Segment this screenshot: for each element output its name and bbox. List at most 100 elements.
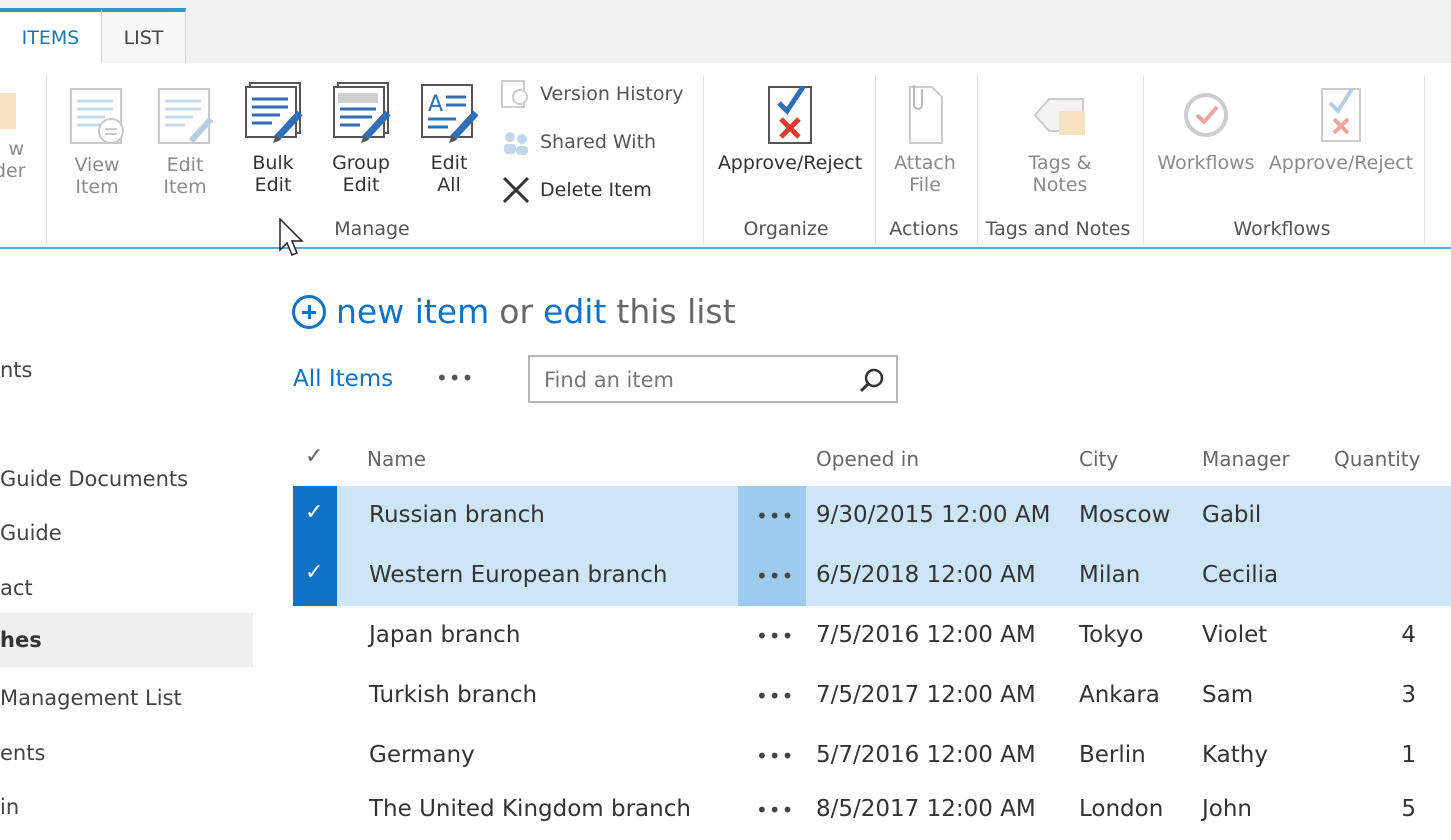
shared-with-icon [504, 132, 528, 155]
cell-quantity: 5 [1401, 796, 1416, 822]
nav-item[interactable]: ents [0, 741, 45, 765]
cell-manager: John [1202, 796, 1253, 822]
column-header-name[interactable]: Name [367, 447, 426, 471]
cell-city: Milan [1079, 562, 1141, 588]
table-row[interactable]: Japan branch ••• 7/5/2016 12:00 AM Tokyo… [293, 606, 1451, 666]
new-folder-button[interactable]: w der [0, 73, 26, 182]
nav-item[interactable]: Guide Documents [0, 467, 188, 491]
ellipsis-icon: ••• [756, 684, 795, 708]
cell-opened-in: 7/5/2016 12:00 AM [816, 622, 1036, 648]
cell-quantity: 3 [1401, 682, 1416, 708]
approve-reject-icon [768, 85, 812, 144]
row-checkbox[interactable]: ✓ [293, 486, 337, 546]
table-row[interactable]: ✓ Russian branch ••• 9/30/2015 12:00 AM … [293, 486, 1451, 546]
nav-item[interactable]: in [0, 795, 19, 819]
ellipsis-icon: ••• [756, 564, 795, 588]
tab-items[interactable]: ITEMS [0, 8, 102, 63]
row-checkbox[interactable] [293, 666, 337, 726]
ribbon: w der View Item Edit Item Bulk Edit Grou… [0, 63, 1451, 256]
tab-list[interactable]: LIST [102, 8, 186, 63]
cell-opened-in: 8/5/2017 12:00 AM [816, 796, 1036, 822]
edit-item-button[interactable]: Edit Item [150, 85, 220, 198]
tags-notes-button[interactable]: Tags & Notes [1020, 81, 1100, 196]
workflow-icon [1184, 93, 1228, 137]
row-menu-button[interactable]: ••• [738, 486, 806, 546]
table-row[interactable]: Germany ••• 5/7/2016 12:00 AM Berlin Kat… [293, 726, 1451, 786]
ellipsis-icon: ••• [756, 504, 795, 528]
group-label-organize: Organize [743, 218, 829, 240]
nav-item[interactable]: Guide [0, 521, 62, 545]
new-item-link[interactable]: new item [336, 292, 489, 331]
cell-opened-in: 9/30/2015 12:00 AM [816, 502, 1051, 528]
row-checkbox[interactable] [293, 726, 337, 786]
attach-file-button[interactable]: Attach File [888, 81, 962, 196]
group-label-tags-notes: Tags and Notes [985, 218, 1131, 240]
nav-item[interactable]: Management List [0, 686, 182, 710]
workflows-button[interactable]: Workflows [1154, 81, 1258, 174]
row-checkbox[interactable] [293, 780, 337, 840]
group-label-workflows: Workflows [1233, 218, 1331, 240]
workflow-approve-reject-button[interactable]: Approve/Reject [1266, 81, 1416, 174]
bulk-edit-button[interactable]: Bulk Edit [238, 81, 308, 196]
shared-with-button[interactable]: Shared With [500, 127, 656, 157]
view-all-items[interactable]: All Items [293, 366, 393, 392]
column-header-opened-in[interactable]: Opened in [816, 447, 919, 471]
group-edit-button[interactable]: Group Edit [322, 81, 400, 196]
cell-name[interactable]: Germany [369, 742, 475, 768]
table-row[interactable]: Turkish branch ••• 7/5/2017 12:00 AM Ank… [293, 666, 1451, 726]
group-edit-icon [333, 82, 391, 143]
edit-item-icon [158, 88, 214, 144]
delete-x-icon [502, 176, 530, 204]
column-header-city[interactable]: City [1079, 447, 1118, 471]
folder-icon [0, 93, 16, 129]
cell-name[interactable]: Western European branch [369, 562, 667, 588]
approve-reject-button[interactable]: Approve/Reject [712, 81, 868, 174]
add-circle-icon[interactable] [292, 294, 326, 329]
view-item-button[interactable]: View Item [62, 85, 132, 198]
check-icon: ✓ [305, 500, 324, 525]
group-separator [1424, 75, 1425, 245]
search-input[interactable] [542, 365, 846, 395]
cell-name[interactable]: Russian branch [369, 502, 545, 528]
group-separator [46, 75, 47, 245]
cell-name[interactable]: Turkish branch [369, 682, 537, 708]
cell-manager: Sam [1202, 682, 1254, 708]
cell-city: Moscow [1079, 502, 1171, 528]
ellipsis-icon: ••• [756, 798, 795, 822]
row-menu-button[interactable]: ••• [738, 606, 806, 666]
nav-item-selected[interactable]: hes [0, 613, 253, 667]
cell-manager: Kathy [1202, 742, 1268, 768]
edit-all-icon: A [421, 84, 479, 143]
heading-this-list-text: this list [616, 292, 736, 331]
cell-city: Tokyo [1079, 622, 1144, 648]
group-label-manage: Manage [334, 218, 410, 240]
delete-item-button[interactable]: Delete Item [500, 175, 652, 205]
row-menu-button[interactable]: ••• [738, 780, 806, 840]
nav-item[interactable]: nts [0, 358, 32, 382]
row-menu-button[interactable]: ••• [738, 666, 806, 726]
group-separator [875, 75, 876, 245]
view-more-ellipsis[interactable]: ••• [436, 366, 474, 390]
cell-name[interactable]: Japan branch [369, 622, 520, 648]
select-all-check[interactable]: ✓ [305, 444, 323, 469]
list-heading: new item or edit this list [292, 292, 736, 331]
search-box [528, 355, 898, 403]
cell-name[interactable]: The United Kingdom branch [369, 796, 691, 822]
group-label-actions: Actions [889, 218, 959, 240]
nav-item[interactable]: act [0, 576, 33, 600]
table-row[interactable]: ✓ Western European branch ••• 6/5/2018 1… [293, 546, 1451, 606]
cell-quantity: 1 [1401, 742, 1416, 768]
column-header-quantity[interactable]: Quantity [1334, 447, 1420, 471]
table-row[interactable]: The United Kingdom branch ••• 8/5/2017 1… [293, 780, 1451, 840]
search-icon[interactable] [858, 367, 886, 393]
row-checkbox[interactable]: ✓ [293, 546, 337, 606]
edit-list-link[interactable]: edit [543, 292, 606, 331]
row-menu-button[interactable]: ••• [738, 546, 806, 606]
cell-city: Berlin [1079, 742, 1146, 768]
row-menu-button[interactable]: ••• [738, 726, 806, 786]
cell-opened-in: 7/5/2017 12:00 AM [816, 682, 1036, 708]
version-history-button[interactable]: Version History [500, 79, 684, 109]
edit-all-button[interactable]: A Edit All [416, 81, 482, 196]
row-checkbox[interactable] [293, 606, 337, 666]
column-header-manager[interactable]: Manager [1202, 447, 1290, 471]
